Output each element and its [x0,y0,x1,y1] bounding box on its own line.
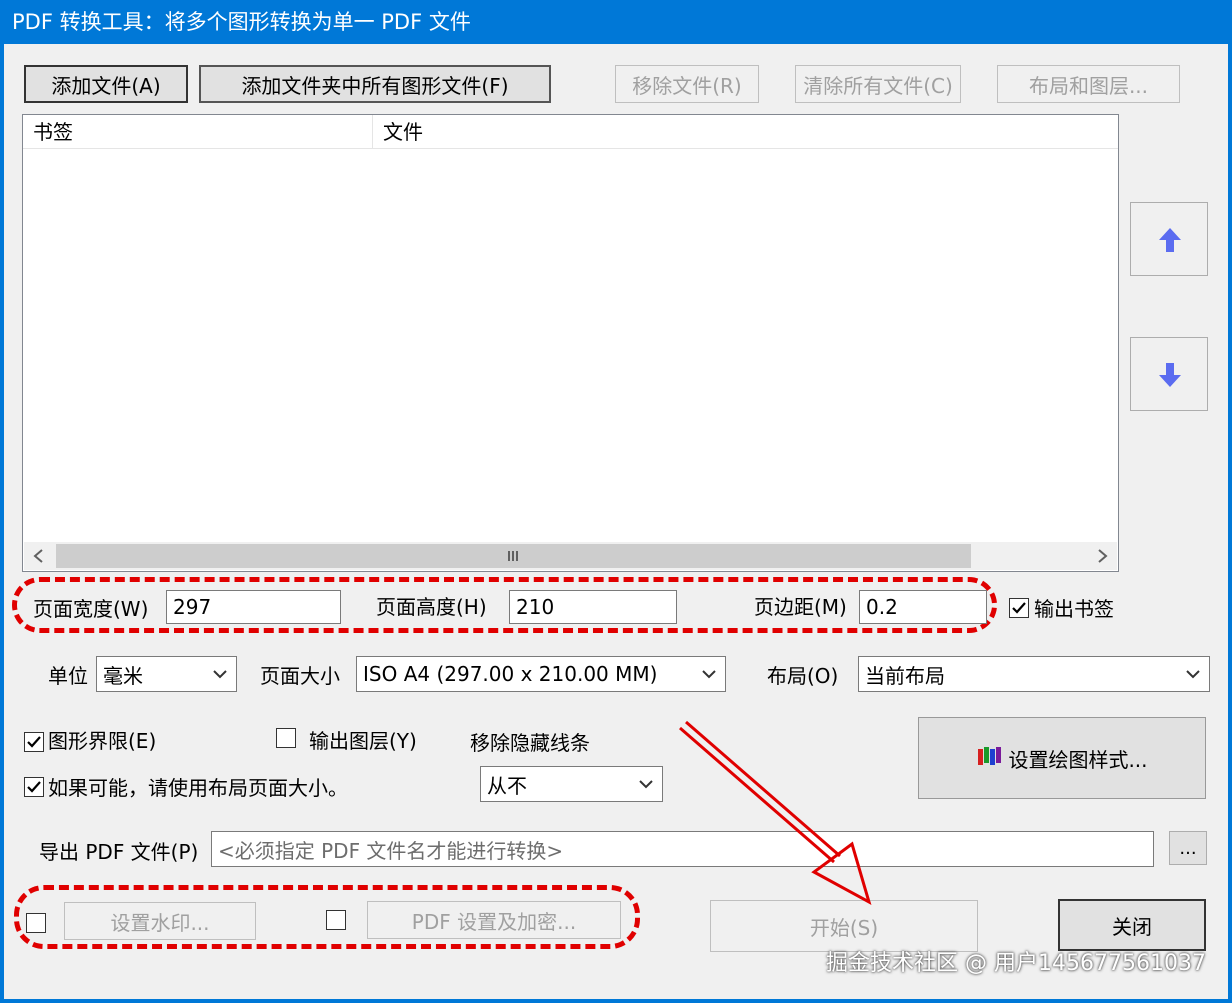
output-layers-checkbox[interactable] [276,728,296,748]
page-settings-highlight [12,577,997,633]
extents-label: 图形界限(E) [48,729,157,753]
page-margin-label: 页边距(M) [754,595,847,619]
hidden-lines-label: 移除隐藏线条 [470,731,590,755]
output-bookmarks-label: 输出书签 [1034,597,1114,621]
horizontal-scrollbar[interactable] [24,542,1117,570]
window-title: PDF 转换工具：将多个图形转换为单一 PDF 文件 [0,0,1232,44]
use-layout-size-label: 如果可能，请使用布局页面大小。 [48,776,348,800]
column-header-bookmark[interactable]: 书签 [23,115,373,149]
security-checkbox[interactable] [326,910,346,930]
credit-watermark: 掘金技术社区 @ 用户1456775610​37 [826,951,1206,976]
checkmark-icon [1012,602,1026,614]
chevron-down-icon [639,780,653,789]
watermark-button[interactable]: 设置水印... [64,902,256,940]
chevron-down-icon [1186,670,1200,679]
move-down-button[interactable] [1130,337,1208,411]
file-list[interactable]: 书签 文件 [22,114,1119,572]
column-header-file[interactable]: 文件 [373,115,1118,149]
scroll-right-icon[interactable] [1087,542,1117,570]
use-layout-size-checkbox[interactable] [24,777,44,797]
page-size-value: ISO A4 (297.00 x 210.00 MM) [363,662,658,686]
scroll-thumb[interactable] [56,544,971,568]
page-margin-field[interactable]: 0.2 [859,590,987,624]
layout-label: 布局(O) [767,664,839,688]
chevron-down-icon [702,670,716,679]
units-select[interactable]: 毫米 [96,656,237,692]
units-label: 单位 [48,664,88,688]
remove-file-button[interactable]: 移除文件(R) [615,65,759,103]
layout-value: 当前布局 [865,663,945,688]
chevron-down-icon [213,670,227,679]
page-width-field[interactable]: 297 [166,590,341,624]
layouts-layers-button[interactable]: 布局和图层... [997,65,1180,103]
extents-checkbox[interactable] [24,732,44,752]
page-width-label: 页面宽度(W) [33,597,149,621]
plot-style-label: 设置绘图样式... [1008,747,1148,772]
watermark-checkbox[interactable] [26,913,46,933]
arrow-down-icon [1159,363,1181,387]
plot-style-button[interactable]: 设置绘图样式... [918,717,1206,799]
hidden-lines-select[interactable]: 从不 [480,766,663,802]
checkmark-icon [27,736,41,748]
page-size-label: 页面大小 [260,664,340,688]
pens-icon [978,747,1002,765]
units-value: 毫米 [103,663,143,688]
pdf-security-button[interactable]: PDF 设置及加密... [367,901,621,939]
add-folder-button[interactable]: 添加文件夹中所有图形文件(F) [199,65,551,103]
annotation-arrow-icon [679,720,872,906]
clear-files-button[interactable]: 清除所有文件(C) [795,65,961,103]
output-bookmarks-checkbox[interactable] [1009,598,1029,618]
page-height-field[interactable]: 210 [509,590,677,624]
checkmark-icon [27,781,41,793]
move-up-button[interactable] [1130,202,1208,276]
browse-button[interactable]: ... [1169,831,1207,865]
dialog-client-area: 添加文件(A) 添加文件夹中所有图形文件(F) 移除文件(R) 清除所有文件(C… [4,44,1228,999]
scroll-left-icon[interactable] [24,542,54,570]
export-pdf-label: 导出 PDF 文件(P) [39,840,199,864]
layout-select[interactable]: 当前布局 [858,656,1210,692]
arrow-up-icon [1159,228,1181,252]
output-layers-label: 输出图层(Y) [309,729,417,753]
page-size-select[interactable]: ISO A4 (297.00 x 210.00 MM) [356,656,726,692]
add-files-button[interactable]: 添加文件(A) [24,65,188,103]
page-height-label: 页面高度(H) [376,595,487,619]
close-button[interactable]: 关闭 [1058,899,1206,951]
hidden-lines-value: 从不 [487,773,527,798]
